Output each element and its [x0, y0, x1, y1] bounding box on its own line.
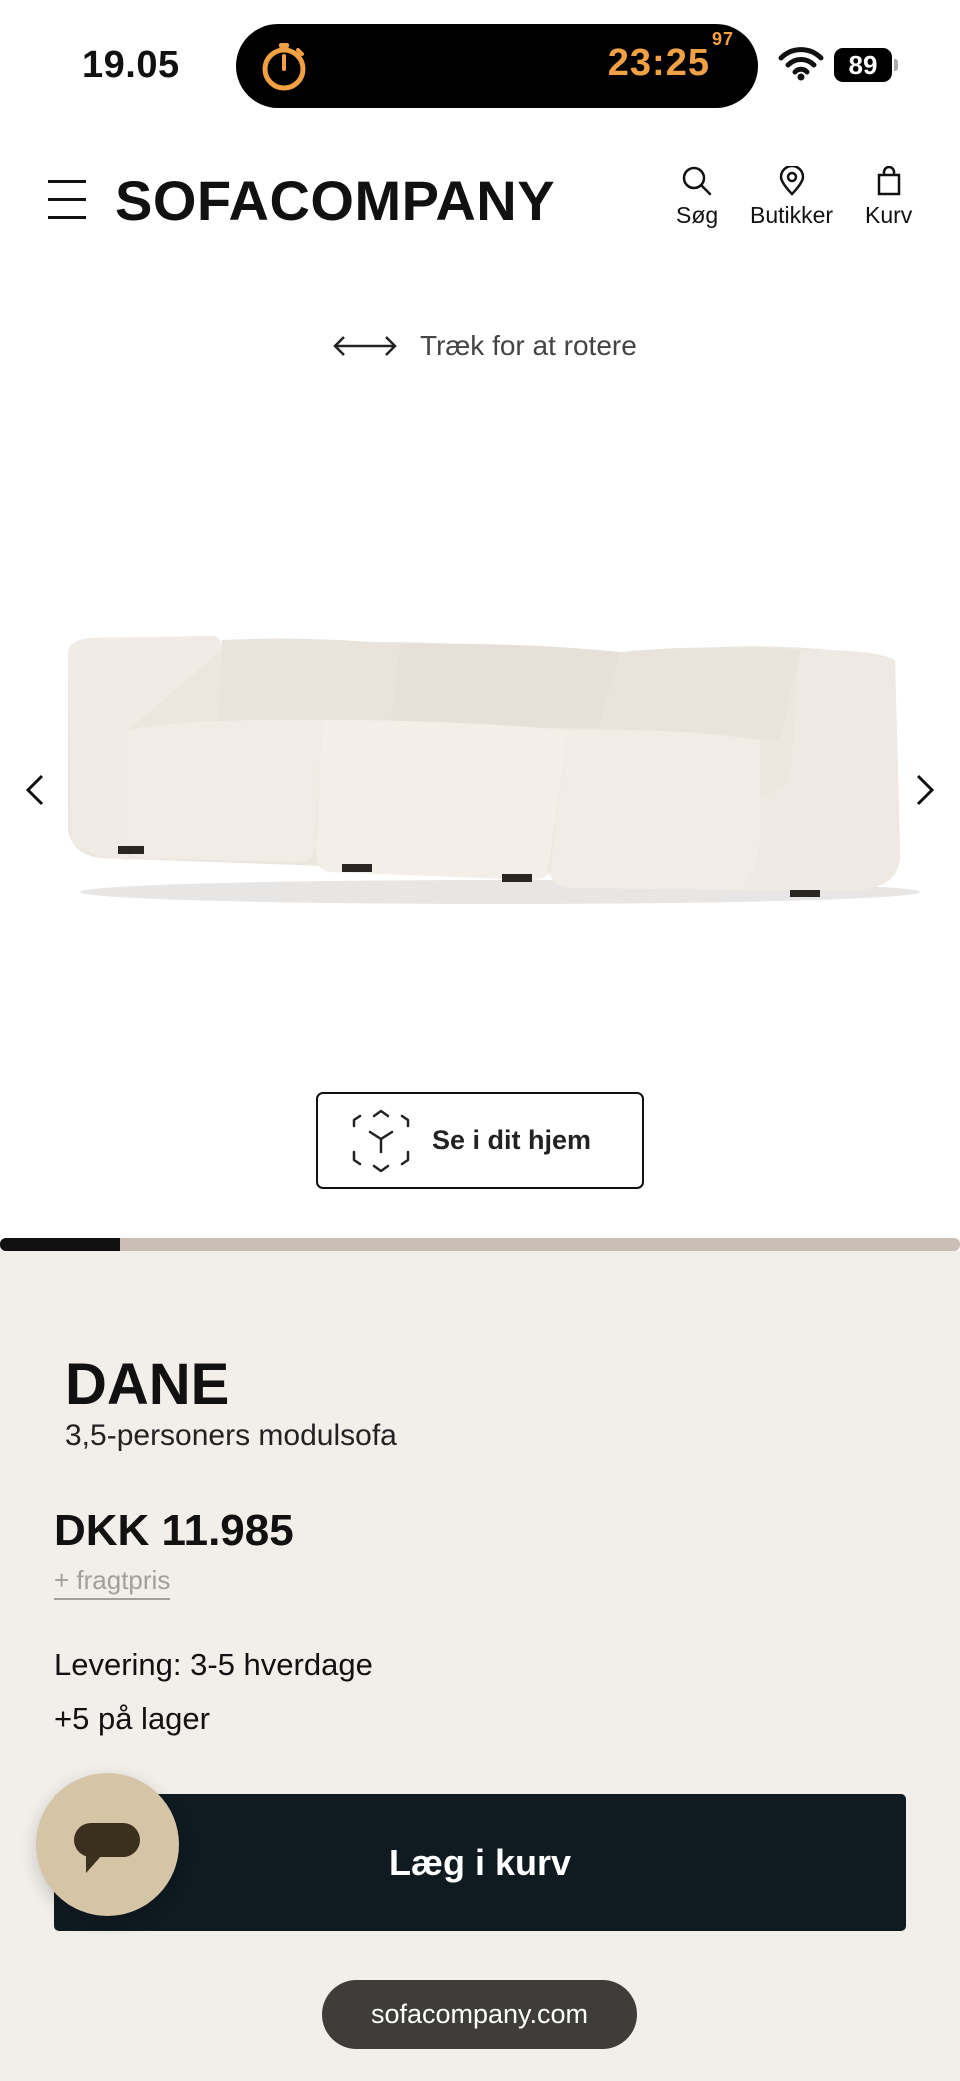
search-label: Søg: [676, 202, 719, 228]
battery-cap: [894, 59, 898, 71]
battery-level: 89: [834, 48, 892, 82]
stores-label: Butikker: [750, 202, 834, 228]
freight-price-link[interactable]: + fragtpris: [54, 1565, 171, 1600]
sofa-image: [68, 636, 920, 904]
product-subtitle: 3,5-personers modulsofa: [65, 1419, 397, 1452]
status-time: 19.05: [82, 44, 180, 86]
rotate-hint: Træk for at rotere: [332, 326, 637, 366]
menu-icon[interactable]: [48, 180, 86, 220]
timer-readout: 23:2597: [607, 29, 734, 85]
image-progress-bar: [0, 1238, 960, 1251]
timer-main: 23:25: [607, 42, 710, 84]
battery-indicator: 89: [834, 48, 898, 82]
timer-fraction: 97: [711, 29, 734, 50]
timer-icon: [262, 43, 306, 91]
chat-button[interactable]: [36, 1773, 179, 1916]
search-icon: [682, 166, 712, 196]
status-bar: 19.05 23:2597 89: [0, 0, 960, 130]
product-info-panel: DANE 3,5-personers modulsofa DKK 11.985 …: [0, 1251, 960, 2081]
shopping-bag-icon: [877, 166, 900, 196]
location-pin-icon: [779, 166, 804, 196]
image-progress-fill: [0, 1238, 120, 1251]
horizontal-arrows-icon: [333, 336, 397, 356]
stores-button[interactable]: Butikker: [750, 166, 833, 229]
chevron-right-icon[interactable]: [910, 770, 940, 810]
chat-icon: [74, 1823, 140, 1873]
site-header: SOFACOMPANY Søg Butikker Kurv: [0, 140, 960, 260]
cart-label: Kurv: [865, 202, 913, 228]
view-in-home-button[interactable]: Se i dit hjem: [316, 1092, 644, 1189]
search-button[interactable]: Søg: [676, 166, 718, 229]
logo[interactable]: SOFACOMPANY: [115, 168, 555, 233]
cart-header-button[interactable]: Kurv: [865, 166, 912, 229]
rotate-hint-label: Træk for at rotere: [420, 330, 637, 361]
dynamic-island[interactable]: 23:2597: [236, 24, 758, 108]
view-in-home-label: Se i dit hjem: [432, 1125, 592, 1155]
product-price: DKK 11.985: [54, 1506, 294, 1555]
delivery-info: Levering: 3-5 hverdage: [54, 1647, 373, 1682]
add-to-cart-button[interactable]: Læg i kurv: [54, 1794, 906, 1931]
stock-info: +5 på lager: [54, 1701, 210, 1736]
browser-url-bar[interactable]: sofacompany.com: [322, 1980, 637, 2049]
wifi-icon: [778, 47, 824, 81]
product-name: DANE: [65, 1352, 230, 1417]
ar-cube-icon: [352, 1109, 410, 1172]
product-3d-viewer[interactable]: [0, 600, 960, 920]
